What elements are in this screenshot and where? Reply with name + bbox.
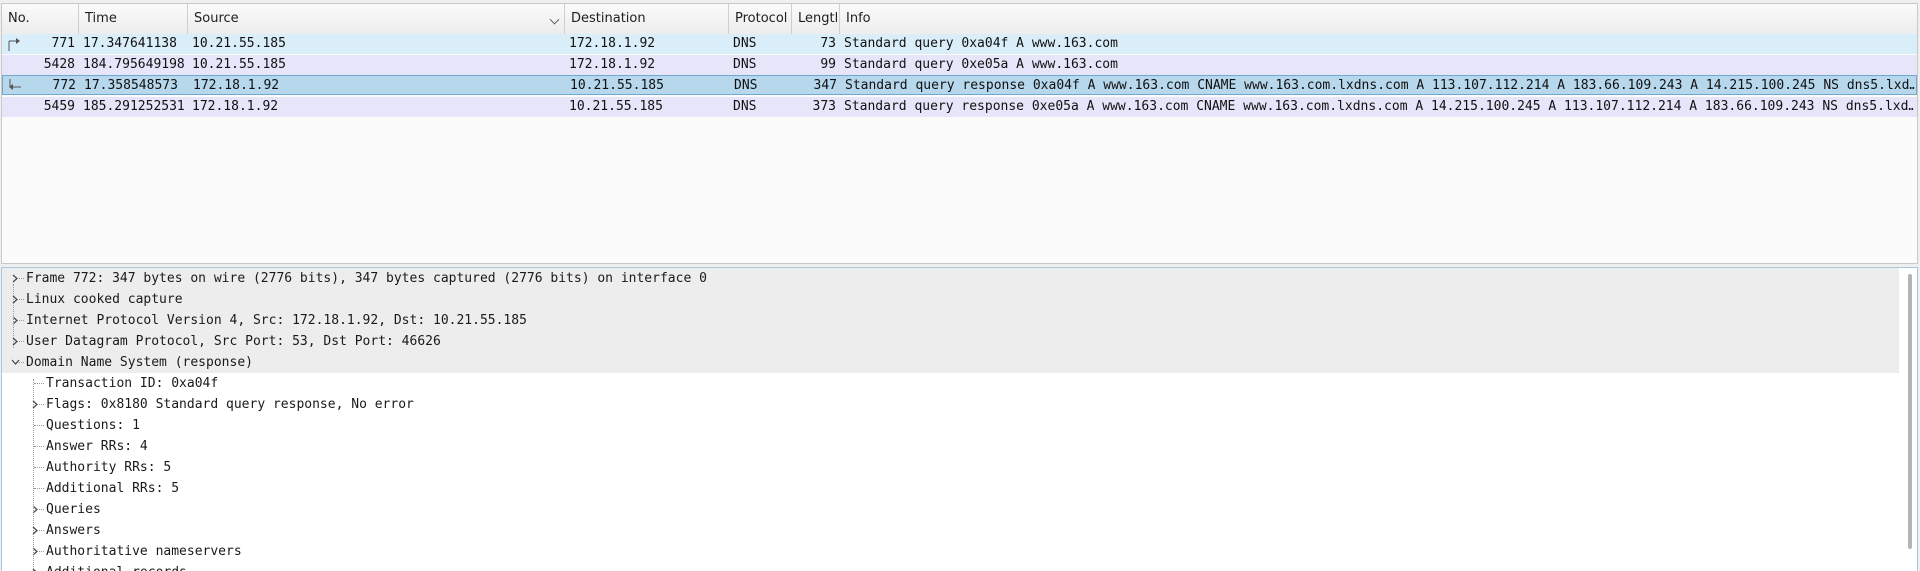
tree-item[interactable]: Transaction ID: 0xa04f — [2, 373, 1899, 394]
sort-chevron-down-icon[interactable] — [549, 14, 560, 25]
tree-guide — [39, 551, 44, 552]
tree-item-label: Additional records — [46, 562, 187, 571]
tree-guide — [13, 284, 14, 348]
packet-row[interactable]: 772 17.358548573 172.18.1.92 10.21.55.185 DN… — [2, 75, 1917, 95]
tree-item[interactable]: Internet Protocol Version 4, Src: 172.18… — [2, 310, 1899, 331]
tree-guide — [39, 404, 44, 405]
tree-item[interactable]: Questions: 1 — [2, 415, 1899, 436]
packet-cell-info: Standard query response 0xa04f A www.163… — [845, 78, 1915, 93]
packet-cell-time: 17.347641138 — [83, 36, 177, 51]
packet-cell-length: 73 — [820, 36, 836, 51]
packet-cell-length: 347 — [813, 78, 837, 93]
tree-guide — [34, 383, 44, 384]
packet-cell-destination: 10.21.55.185 — [569, 99, 663, 114]
tree-item[interactable]: Frame 772: 347 bytes on wire (2776 bits)… — [2, 268, 1899, 289]
column-header-label: Info — [846, 11, 871, 26]
tree-item[interactable]: Authority RRs: 5 — [2, 457, 1899, 478]
tree-item[interactable]: User Datagram Protocol, Src Port: 53, Ds… — [2, 331, 1899, 352]
tree-item-label: Answers — [46, 523, 101, 538]
tree-item[interactable]: Answers — [2, 520, 1899, 541]
packet-cell-info: Standard query 0xa04f A www.163.com — [844, 36, 1118, 51]
packet-details-tree[interactable]: Frame 772: 347 bytes on wire (2776 bits)… — [1, 267, 1918, 571]
tree-item-label: Domain Name System (response) — [26, 355, 253, 370]
column-header-protocol[interactable]: Protocol — [729, 4, 792, 34]
column-header-time[interactable]: Time — [79, 4, 188, 34]
tree-guide — [34, 446, 44, 447]
packet-cell-protocol: DNS — [733, 57, 757, 72]
tree-guide — [19, 278, 24, 279]
packet-cell-no: 5428 — [43, 57, 75, 72]
packet-cell-source: 172.18.1.92 — [192, 99, 279, 114]
tree-item-label: Internet Protocol Version 4, Src: 172.18… — [26, 313, 527, 328]
packet-cell-no: 5459 — [43, 99, 75, 114]
column-header-destination[interactable]: Destination — [565, 4, 729, 34]
response-arrow-icon — [7, 79, 23, 93]
packet-list-header: No. Time Source Destination Protocol Lengtl In… — [2, 4, 1917, 35]
packet-list[interactable]: No. Time Source Destination Protocol Lengtl In… — [1, 3, 1918, 264]
column-header-label: Destination — [571, 11, 646, 26]
tree-item-label: Authority RRs: 5 — [46, 460, 172, 475]
tree-item[interactable]: Domain Name System (response) — [2, 352, 1899, 373]
tree-item-label: Additional RRs: 5 — [46, 481, 180, 496]
tree-guide — [34, 425, 44, 426]
tree-guide — [39, 509, 44, 510]
packet-cell-destination: 172.18.1.92 — [569, 36, 656, 51]
packet-cell-source: 10.21.55.185 — [192, 36, 286, 51]
tree-item-label: Flags: 0x8180 Standard query response, N… — [46, 397, 414, 412]
packet-row[interactable]: 5459 185.291252531 172.18.1.92 10.21.55.185… — [2, 97, 1917, 117]
vertical-scrollbar[interactable] — [1908, 274, 1912, 549]
tree-item-label: Transaction ID: 0xa04f — [46, 376, 219, 391]
tree-item-label: Linux cooked capture — [26, 292, 183, 307]
tree-item-label: Queries — [46, 502, 101, 517]
packet-cell-destination: 10.21.55.185 — [570, 78, 664, 93]
request-arrow-icon — [6, 37, 22, 51]
tree-guide — [19, 362, 24, 363]
tree-item[interactable]: Answer RRs: 4 — [2, 436, 1899, 457]
tree-guide — [19, 299, 24, 300]
tree-item-label: Answer RRs: 4 — [46, 439, 148, 454]
packet-cell-info: Standard query 0xe05a A www.163.com — [844, 57, 1118, 72]
column-header-label: Protocol — [735, 11, 788, 26]
column-header-label: Source — [194, 11, 239, 26]
packet-cell-time: 184.795649198 — [83, 57, 185, 72]
packet-cell-info: Standard query response 0xe05a A www.163… — [844, 99, 1914, 114]
packet-cell-destination: 172.18.1.92 — [569, 57, 656, 72]
column-header-source[interactable]: Source — [188, 4, 565, 34]
packet-cell-time: 185.291252531 — [83, 99, 185, 114]
packet-cell-time: 17.358548573 — [84, 78, 178, 93]
tree-guide — [39, 530, 44, 531]
tree-item[interactable]: Additional records — [2, 562, 1899, 571]
packet-cell-source: 172.18.1.92 — [193, 78, 280, 93]
tree-item[interactable]: Queries — [2, 499, 1899, 520]
tree-item[interactable]: Authoritative nameservers — [2, 541, 1899, 562]
tree-item-label: Questions: 1 — [46, 418, 140, 433]
column-header-label: Time — [85, 11, 117, 26]
packet-cell-protocol: DNS — [733, 99, 757, 114]
packet-row[interactable]: 771 17.347641138 10.21.55.185 172.18.1.92 DN… — [2, 34, 1917, 54]
column-header-label: Lengtl — [798, 11, 839, 26]
packet-cell-source: 10.21.55.185 — [192, 57, 286, 72]
tree-item-label: User Datagram Protocol, Src Port: 53, Ds… — [26, 334, 441, 349]
tree-item[interactable]: Additional RRs: 5 — [2, 478, 1899, 499]
column-header-label: No. — [8, 11, 30, 26]
tree-item[interactable]: Flags: 0x8180 Standard query response, N… — [2, 394, 1899, 415]
packet-cell-length: 373 — [812, 99, 836, 114]
column-header-length[interactable]: Lengtl — [792, 4, 840, 34]
packet-cell-length: 99 — [820, 57, 836, 72]
packet-cell-protocol: DNS — [734, 78, 758, 93]
packet-row[interactable]: 5428 184.795649198 10.21.55.185 172.18.1.92… — [2, 55, 1917, 75]
tree-item-label: Authoritative nameservers — [46, 544, 242, 559]
tree-guide — [19, 341, 24, 342]
tree-item[interactable]: Linux cooked capture — [2, 289, 1899, 310]
tree-guide — [34, 488, 44, 489]
tree-item-label: Frame 772: 347 bytes on wire (2776 bits)… — [26, 271, 707, 286]
column-header-info[interactable]: Info — [840, 4, 1917, 34]
column-header-no[interactable]: No. — [2, 4, 79, 34]
tree-guide — [34, 467, 44, 468]
packet-cell-protocol: DNS — [733, 36, 757, 51]
tree-guide — [33, 379, 34, 571]
tree-guide — [19, 320, 24, 321]
chevron-right-icon[interactable] — [29, 562, 41, 571]
